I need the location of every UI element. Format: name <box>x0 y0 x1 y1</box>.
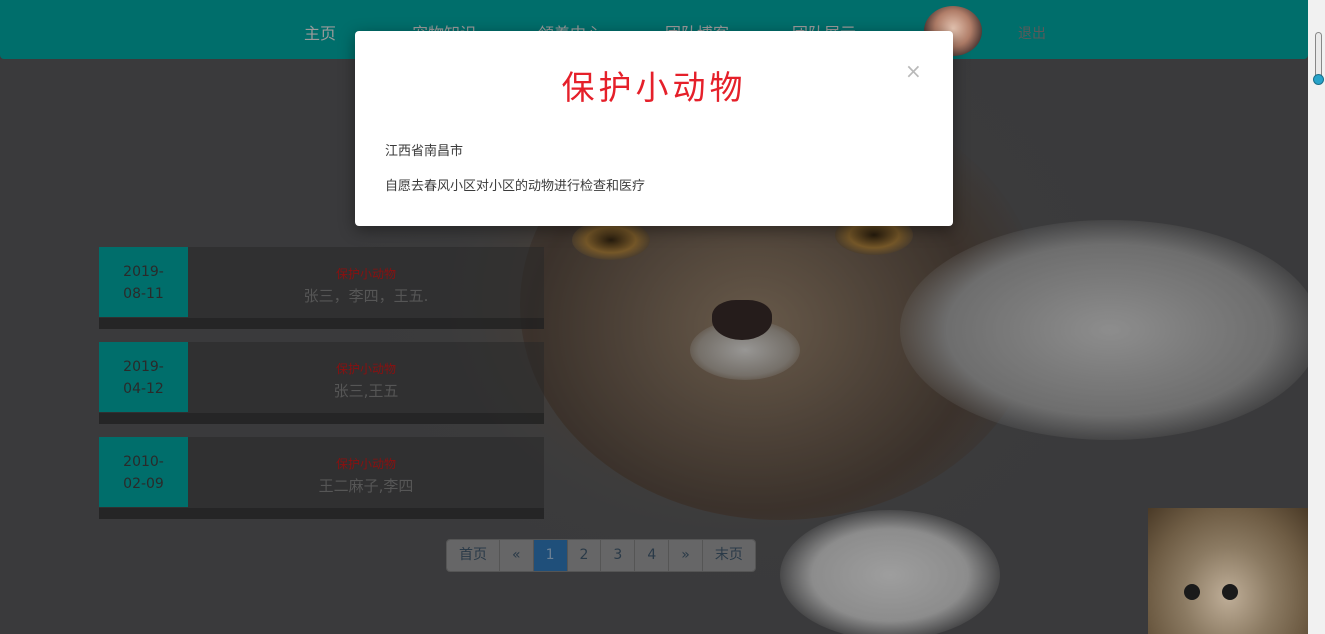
nav-home[interactable]: 主页 <box>304 20 336 44</box>
activity-title: 保护小动物 <box>335 457 396 471</box>
activity-date: 2019- 08-11 <box>99 247 188 317</box>
activity-item[interactable]: 2010- 02-09 保护小动物 王二麻子,李四 <box>99 437 544 519</box>
page-4-button[interactable]: 4 <box>634 540 669 571</box>
activity-people: 张三,王五 <box>333 382 399 400</box>
activity-date: 2010- 02-09 <box>99 437 188 507</box>
page-2-button[interactable]: 2 <box>566 540 601 571</box>
thermometer-bulb-icon <box>1313 74 1324 85</box>
activity-date: 2019- 04-12 <box>99 342 188 412</box>
kitten-thumbnail[interactable] <box>1148 508 1308 634</box>
activity-date-day: 04-12 <box>123 381 164 397</box>
activity-people: 王二麻子,李四 <box>318 477 414 495</box>
activity-people: 张三，李四，王五. <box>303 287 429 305</box>
activity-bar <box>99 413 544 424</box>
page-next-button[interactable]: » <box>668 540 702 571</box>
page-1-button[interactable]: 1 <box>532 540 567 571</box>
pagination: 首页 « 1 2 3 4 » 末页 <box>446 539 756 572</box>
activity-bar <box>99 508 544 519</box>
activity-bar <box>99 318 544 329</box>
scrollbar-track[interactable] <box>1308 0 1325 634</box>
logout-link[interactable]: 退出 <box>1018 23 1046 43</box>
activity-date-year: 2019- <box>123 359 164 375</box>
page-prev-button[interactable]: « <box>499 540 533 571</box>
activity-date-year: 2019- <box>123 264 164 280</box>
kitten-eye-right <box>1222 584 1238 600</box>
activity-title: 保护小动物 <box>335 362 396 376</box>
activity-item[interactable]: 2019- 04-12 保护小动物 张三,王五 <box>99 342 544 424</box>
kitten-eye-left <box>1184 584 1200 600</box>
close-icon[interactable]: × <box>905 59 922 83</box>
modal-title: 保护小动物 <box>561 68 747 107</box>
modal-location: 江西省南昌市 <box>385 144 464 159</box>
modal-description: 自愿去春风小区对小区的动物进行检查和医疗 <box>385 179 646 194</box>
activity-detail-modal: 保护小动物 × 江西省南昌市 自愿去春风小区对小区的动物进行检查和医疗 <box>355 31 953 226</box>
activity-item[interactable]: 2019- 08-11 保护小动物 张三，李四，王五. <box>99 247 544 329</box>
activity-date-year: 2010- <box>123 454 164 470</box>
activity-date-day: 02-09 <box>123 476 164 492</box>
page-last-button[interactable]: 末页 <box>701 540 755 571</box>
activity-title: 保护小动物 <box>335 267 396 281</box>
page-3-button[interactable]: 3 <box>600 540 635 571</box>
activity-date-day: 08-11 <box>123 286 164 302</box>
page-first-button[interactable]: 首页 <box>447 540 499 571</box>
